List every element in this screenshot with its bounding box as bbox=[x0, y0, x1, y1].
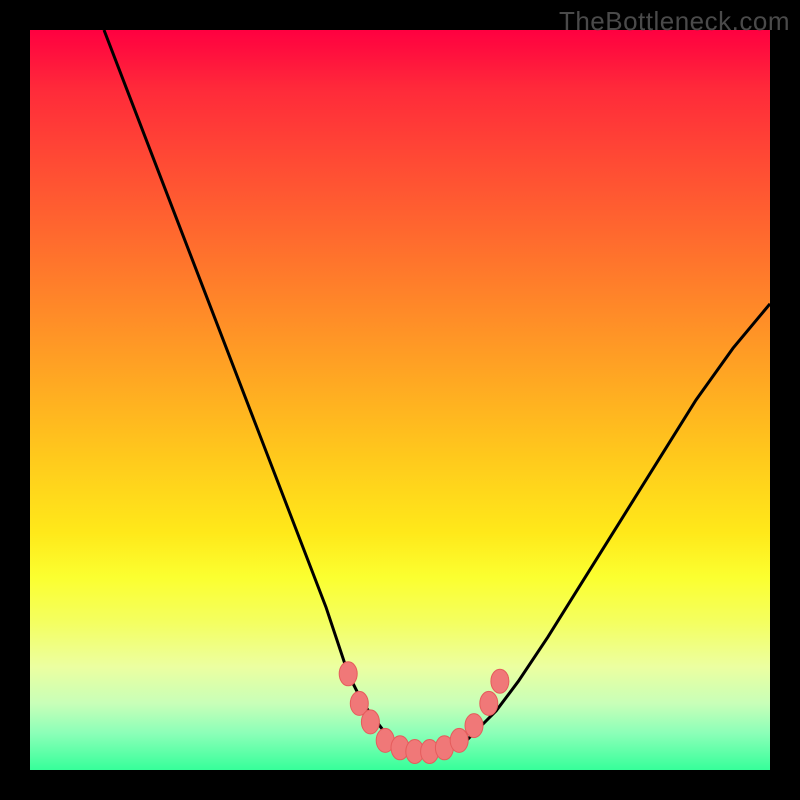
chart-overlay bbox=[30, 30, 770, 770]
curve-markers bbox=[339, 662, 509, 764]
bottleneck-curve bbox=[104, 30, 770, 752]
curve-marker bbox=[465, 714, 483, 738]
chart-frame: TheBottleneck.com bbox=[0, 0, 800, 800]
curve-marker bbox=[361, 710, 379, 734]
curve-marker bbox=[450, 728, 468, 752]
curve-marker bbox=[491, 669, 509, 693]
curve-marker bbox=[480, 691, 498, 715]
curve-marker bbox=[339, 662, 357, 686]
